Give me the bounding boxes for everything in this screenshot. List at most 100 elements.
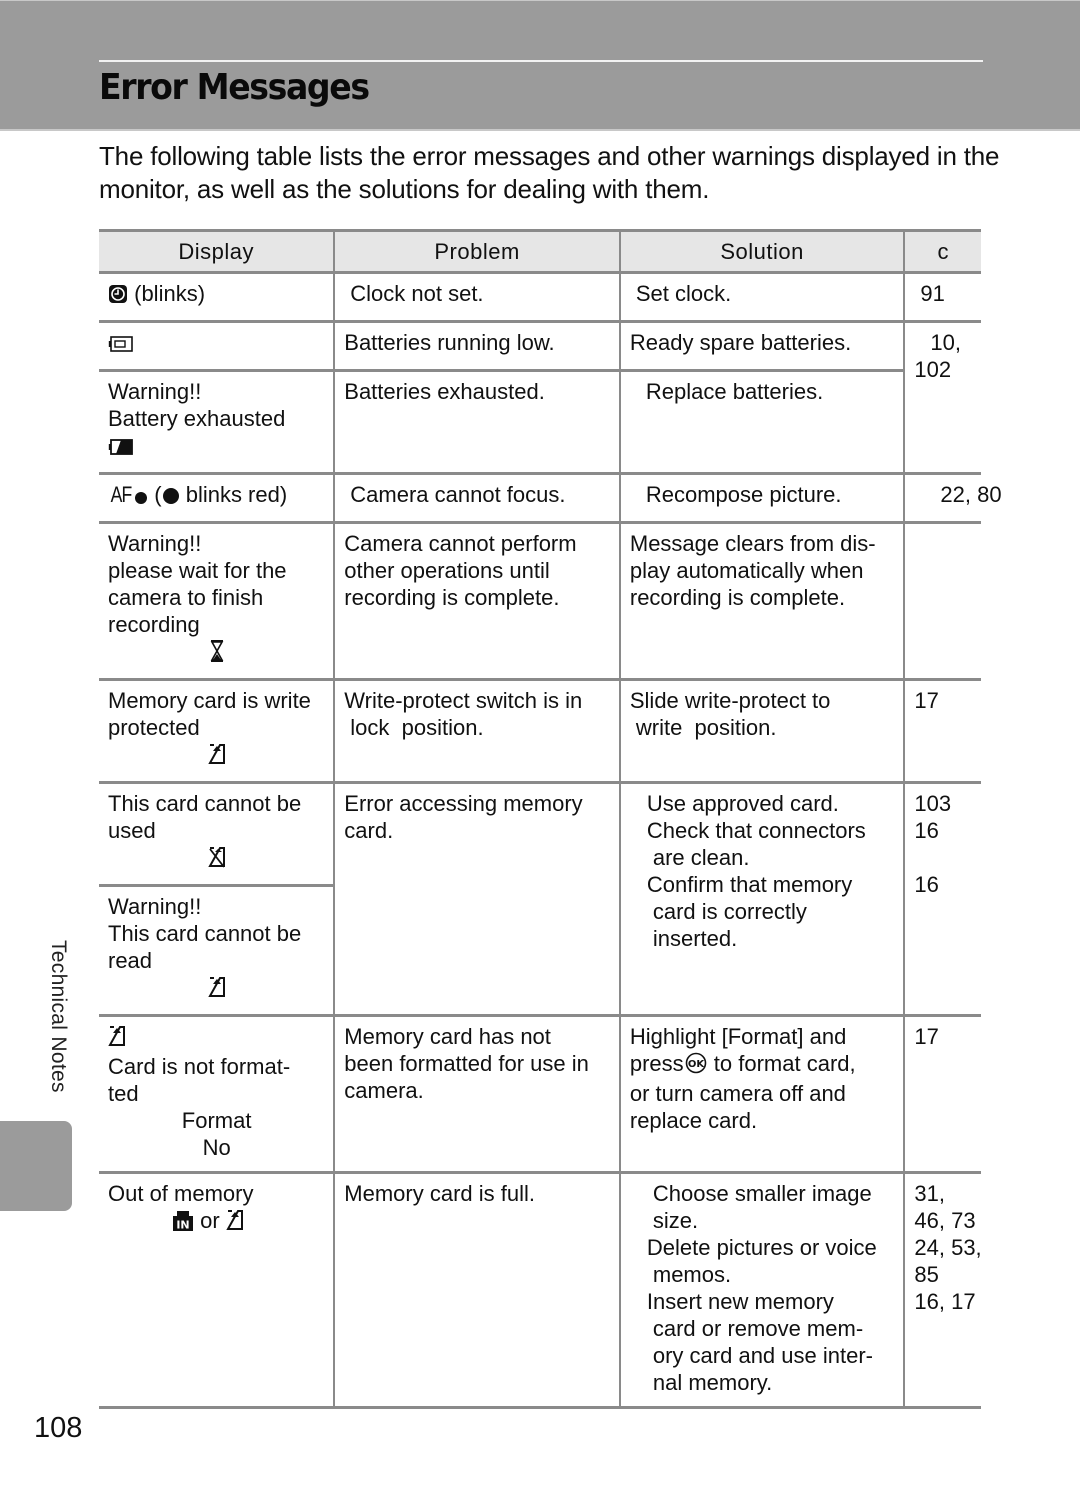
- table-row: (blinks) Clock not set. Set clock. 91: [99, 271, 981, 323]
- page-reference-spacer: [914, 844, 973, 871]
- table-row: AF ( blinks red) Camera cannot focus. Re…: [99, 472, 1002, 524]
- reference-cell: 17: [903, 678, 981, 784]
- page-reference: 10,: [930, 330, 961, 355]
- column-header-solution: Solution: [618, 229, 906, 274]
- display-cell: Card is not format- ted Format No: [99, 1014, 336, 1174]
- solution-text: Message clears from dis-: [629, 531, 876, 556]
- page-reference: 17: [914, 1024, 939, 1049]
- battery-exhausted-icon: [108, 435, 134, 462]
- solution-text: play automatically when: [629, 558, 864, 583]
- problem-cell: Batteries exhausted.: [333, 369, 621, 475]
- solution-text: or turn camera off and: [629, 1081, 846, 1106]
- display-text: protected: [108, 715, 200, 740]
- solution-cell: Message clears from dis- play automatica…: [618, 521, 906, 681]
- table-row: Out of memory IN or Memory card is full.…: [99, 1171, 982, 1409]
- memory-card-crossed-icon: [207, 846, 226, 874]
- paren-open: (: [154, 482, 162, 507]
- problem-text: Batteries running low.: [344, 330, 555, 355]
- reference-cell: 22, 80: [903, 472, 1002, 524]
- display-text: camera to finish: [108, 585, 264, 610]
- reference-cell: 91: [903, 271, 981, 323]
- table-row: Batteries running low. Ready spare batte…: [99, 320, 981, 475]
- problem-cell: Clock not set.: [333, 271, 621, 323]
- display-text: used: [108, 818, 156, 843]
- page-reference: 91: [920, 281, 945, 306]
- solution-text: card is correctly: [652, 899, 807, 924]
- solution-cell: Use approved card. Check that connectors…: [618, 781, 906, 1017]
- display-text: please wait for the: [108, 558, 287, 583]
- paren-close: ): [279, 482, 288, 507]
- solution-text: Slide write-protect to: [629, 688, 831, 713]
- problem-text: Error accessing memory: [344, 791, 583, 816]
- page-reference: 85: [914, 1262, 939, 1287]
- af-label: AF: [110, 482, 133, 507]
- page-reference: 16, 17: [914, 1289, 976, 1314]
- table-header-row: Display Problem Solution c: [99, 229, 981, 274]
- table-row: Memory card is write protected Write-pro…: [99, 678, 981, 784]
- solution-text: Confirm that memory: [646, 872, 853, 897]
- page-reference: 31,: [914, 1181, 945, 1206]
- problem-text: camera.: [344, 1078, 424, 1103]
- problem-text: Memory card is full.: [344, 1181, 535, 1206]
- solution-text: card or remove mem-: [652, 1316, 864, 1341]
- solution-text: Replace batteries.: [645, 379, 824, 404]
- display-text: Warning!!: [108, 379, 202, 404]
- problem-text: other operations until: [344, 558, 550, 583]
- display-text: Card is not format-: [108, 1054, 291, 1079]
- display-text: This card cannot be: [108, 791, 302, 816]
- reference-cell: 17: [903, 1014, 981, 1174]
- display-cell: This card cannot be used: [99, 781, 336, 887]
- memory-card-icon: [226, 1209, 244, 1237]
- solution-cell: Choose smaller image size. Delete pictur…: [618, 1171, 906, 1409]
- memory-card-icon-wrap: [108, 974, 325, 1004]
- solution-cell: Replace batteries.: [618, 369, 905, 475]
- table-row: Warning!! Battery exhausted Batteries ex…: [99, 369, 981, 475]
- menu-option-format: Format: [181, 1108, 252, 1133]
- column-header-display: Display: [99, 229, 336, 274]
- display-cell: [99, 320, 336, 372]
- solution-line-with-ok: press OK to format card,: [630, 1050, 896, 1080]
- problem-text: card.: [344, 818, 394, 843]
- memory-icons-line: IN or: [108, 1207, 325, 1237]
- display-text: Memory card is write: [108, 688, 311, 713]
- hourglass-icon: [210, 640, 224, 668]
- display-text: (blinks): [134, 281, 206, 306]
- problem-cell: Camera cannot perform other operations u…: [333, 521, 621, 681]
- solution-text: Delete pictures or voice: [646, 1235, 877, 1260]
- svg-text:IN: IN: [176, 1219, 189, 1232]
- problem-text: Camera cannot focus.: [350, 482, 566, 507]
- page-title: Error Messages: [99, 67, 370, 108]
- page-reference: 24, 53,: [914, 1235, 982, 1260]
- memory-card-icon: [207, 743, 226, 771]
- memory-card-icon: [207, 976, 226, 1004]
- display-cell: AF ( blinks red): [99, 472, 336, 524]
- problem-text: Clock not set.: [350, 281, 484, 306]
- problem-cell: Camera cannot focus.: [333, 472, 621, 524]
- display-text: Warning!!: [108, 531, 202, 556]
- reference-cell: [903, 521, 981, 681]
- reference-cell: 103 16 16: [903, 781, 981, 1017]
- column-header-problem: Problem: [333, 229, 621, 274]
- problem-cell: Batteries running low.: [333, 320, 621, 372]
- hourglass-icon-wrap: [108, 638, 325, 668]
- solution-text: Set clock.: [635, 281, 732, 306]
- solution-text: press: [629, 1051, 684, 1076]
- solution-cell: Ready spare batteries.: [618, 320, 906, 372]
- problem-text: Write-protect switch is in: [344, 688, 583, 713]
- problem-text: been formatted for use in: [344, 1051, 589, 1076]
- problem-cell: Memory card is full.: [333, 1171, 621, 1409]
- page-reference: 16: [914, 818, 939, 843]
- solution-text: Insert new memory: [646, 1289, 834, 1314]
- problem-text: Memory card has not: [344, 1024, 551, 1049]
- page-reference: 22, 80: [940, 482, 1002, 507]
- section-tab-label: Technical Notes: [47, 940, 70, 1093]
- section-tab-marker: [0, 1121, 72, 1211]
- display-cell: Out of memory IN or: [99, 1171, 336, 1409]
- solution-text: Ready spare batteries.: [629, 330, 852, 355]
- page-reference: 16: [914, 872, 939, 897]
- memory-card-icon-wrap: [108, 741, 325, 771]
- problem-cell: Memory card has not been formatted for u…: [333, 1014, 621, 1174]
- page-reference: 103: [914, 791, 952, 816]
- display-text: Out of memory: [108, 1181, 254, 1206]
- problem-cell: Error accessing memory card.: [333, 781, 621, 1017]
